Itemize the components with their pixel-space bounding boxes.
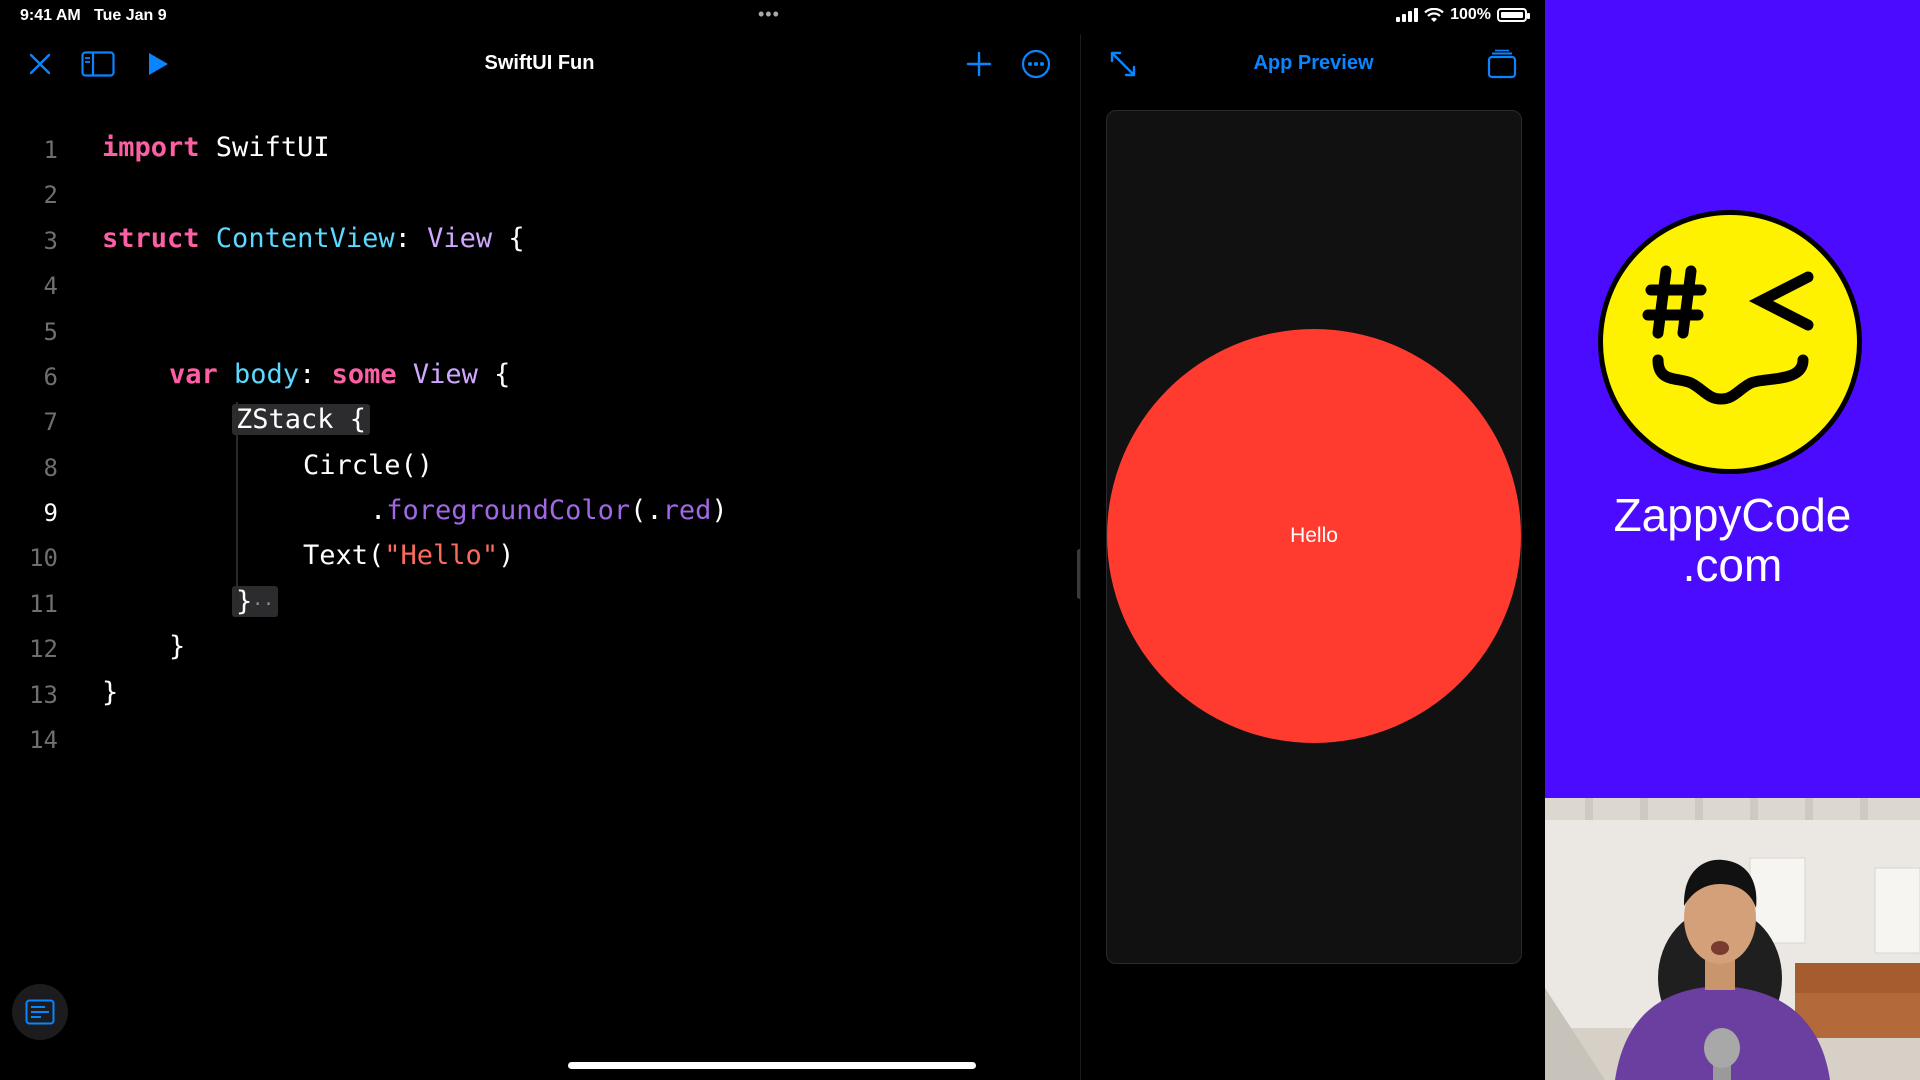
keyword: some [331, 359, 397, 390]
line-number: 7 [43, 408, 58, 436]
line-number: 14 [29, 726, 58, 754]
webcam-overlay [1545, 798, 1920, 1080]
code-text: { [477, 359, 511, 390]
keyword: struct [102, 223, 200, 254]
line-number: 13 [29, 681, 58, 709]
code-text: : [394, 223, 428, 254]
code-text: (. [630, 495, 663, 526]
code-text: : [299, 359, 332, 390]
line-number: 3 [43, 227, 58, 255]
string-literal: "Hello" [384, 540, 499, 571]
notes-icon[interactable] [12, 984, 68, 1040]
code-text: ) [711, 495, 728, 526]
preview-title: App Preview [1253, 52, 1374, 74]
type-name: View [396, 359, 478, 390]
code-text: { [492, 223, 525, 254]
brand-line-2: .com [1682, 539, 1783, 591]
zappycode-logo [1598, 210, 1862, 474]
code-line: 14 [0, 720, 1079, 760]
wifi-icon [1424, 7, 1444, 22]
line-number: 11 [29, 590, 58, 618]
code-line: 4 [0, 266, 1079, 306]
keyword: var [169, 359, 218, 390]
code-line: 12 } [0, 629, 1079, 669]
code-text: } [169, 631, 186, 662]
code-text: } [102, 677, 119, 708]
code-line: 7 ZStack { [0, 402, 1079, 442]
line-number: 8 [43, 454, 58, 482]
promo-panel: ZappyCode .com [1545, 0, 1920, 798]
status-date: Tue Jan 9 [94, 7, 167, 24]
multitasking-dots-icon[interactable]: ••• [758, 4, 780, 25]
code-text: Text( [303, 540, 385, 571]
brand-line-1: ZappyCode [1613, 489, 1852, 541]
line-number: 4 [43, 272, 58, 300]
battery-percent: 100% [1450, 6, 1491, 23]
cellular-icon [1396, 8, 1419, 22]
preview-red-circle: Hello [1107, 329, 1521, 743]
status-bar: 9:41 AM Tue Jan 9 ••• 100% [0, 0, 1545, 34]
line-number: 1 [43, 136, 58, 164]
line-number: 5 [43, 318, 58, 346]
status-time: 9:41 AM [20, 7, 81, 24]
preview-hello-text: Hello [1290, 524, 1338, 547]
method-name: foregroundColor [386, 495, 631, 526]
presenter-video-image [1545, 798, 1920, 1080]
stack-icon[interactable] [1484, 46, 1520, 82]
code-line: 5 [0, 312, 1079, 352]
line-number: 10 [29, 544, 58, 572]
document-title: SwiftUI Fun [484, 52, 595, 74]
app-preview-panel: App Preview Hello [1080, 34, 1546, 1080]
code-line: 6 var body: some View { [0, 357, 1079, 397]
code-text: ) [498, 540, 515, 571]
keyword: import [102, 132, 200, 163]
code-text: } [236, 586, 253, 617]
code-line-current: 9 .foregroundColor(.red) [0, 493, 1079, 533]
code-line: 2 [0, 175, 1079, 215]
preview-canvas[interactable]: Hello [1106, 110, 1522, 964]
type-name: ContentView [199, 223, 395, 254]
code-text: Circle() [303, 450, 434, 481]
line-number: 9 [43, 499, 58, 527]
more-icon[interactable] [1018, 46, 1054, 82]
code-editor: SwiftUI Fun 1 import SwiftUI 2 3 struct … [0, 34, 1082, 1080]
protocol-name: View [427, 223, 493, 254]
code-line: 8 Circle() [0, 448, 1079, 488]
code-line: 3 struct ContentView: View { [0, 221, 1079, 261]
scope-guide [236, 402, 238, 602]
enum-value: red [662, 495, 712, 526]
line-number: 2 [43, 181, 58, 209]
code-line: 10 Text("Hello") [0, 538, 1079, 578]
code-line: 1 import SwiftUI [0, 130, 1079, 170]
plus-icon[interactable] [961, 46, 997, 82]
battery-icon [1497, 8, 1530, 22]
brand-name: ZappyCode .com [1545, 490, 1920, 590]
fold-indicator-icon[interactable]: ·· [252, 594, 274, 615]
code-text: SwiftUI [199, 132, 330, 163]
code-line: 13 } [0, 675, 1079, 715]
property-name: body [217, 359, 300, 390]
line-number: 12 [29, 635, 58, 663]
status-indicators: 100% [1396, 6, 1530, 24]
code-text: . [370, 495, 387, 526]
code-line: 11 }·· [0, 584, 1079, 624]
matched-code-highlight: ZStack { [232, 404, 371, 435]
editor-toolbar: SwiftUI Fun [0, 34, 1079, 94]
line-number: 6 [43, 363, 58, 391]
home-indicator[interactable] [568, 1062, 976, 1069]
